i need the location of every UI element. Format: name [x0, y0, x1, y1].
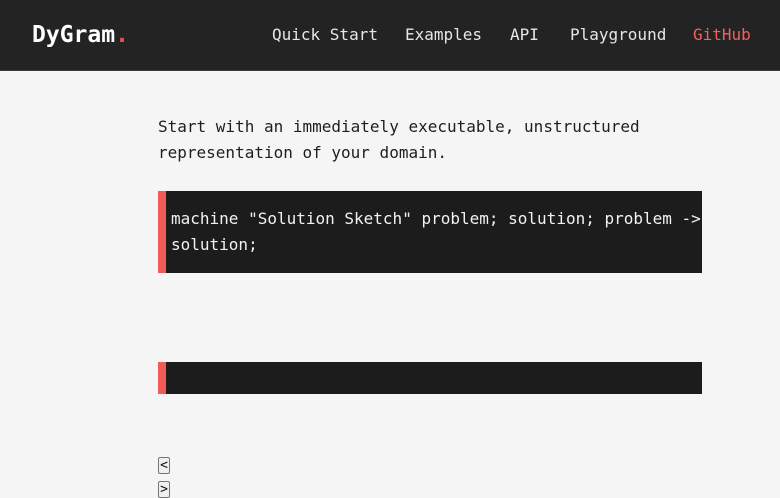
nav-link-api[interactable]: API	[510, 24, 539, 46]
code-example-block[interactable]: machine "Solution Sketch" problem; solut…	[158, 191, 702, 273]
nav-link-playground[interactable]: Playground	[570, 24, 666, 46]
intro-paragraph: Start with an immediately executable, un…	[158, 117, 640, 162]
next-button[interactable]: >	[158, 481, 170, 498]
nav-link-examples[interactable]: Examples	[405, 24, 482, 46]
nav-link-quick-start[interactable]: Quick Start	[272, 24, 378, 46]
nav-link-github[interactable]: GitHub	[693, 24, 751, 46]
output-block[interactable]	[158, 362, 702, 394]
site-header: DyGram. Quick Start Examples API Playgro…	[0, 0, 780, 71]
prev-button[interactable]: <	[158, 457, 170, 474]
main-nav: Quick Start Examples API Playground GitH…	[0, 24, 780, 46]
code-example-text: machine "Solution Sketch" problem; solut…	[171, 209, 711, 254]
